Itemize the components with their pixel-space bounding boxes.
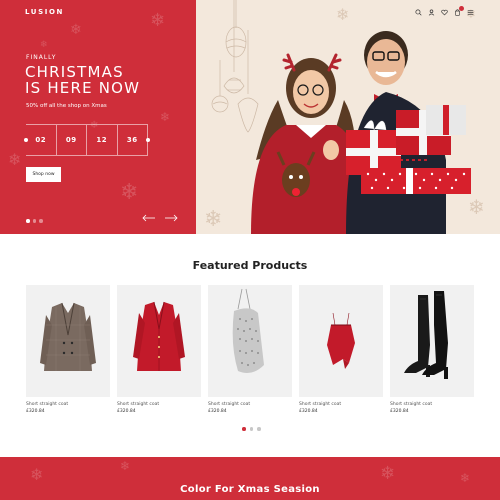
hero-slide-dots <box>26 219 43 223</box>
hero-banner: ❄ ❄ ❄ ❄ ❄ ❄ ❄ LUSION FINALLY CHRISTMAS I… <box>0 0 500 234</box>
pager-dot[interactable] <box>249 427 253 431</box>
hero-promo-panel: ❄ ❄ ❄ ❄ ❄ ❄ ❄ LUSION FINALLY CHRISTMAS I… <box>0 0 196 234</box>
hero-headline: CHRISTMAS IS HERE NOW <box>25 64 195 96</box>
snowflake-icon: ❄ <box>460 471 471 485</box>
product-price: £320.84 <box>117 408 136 414</box>
snowflake-icon: ❄ <box>70 22 82 38</box>
heart-icon[interactable] <box>441 9 448 16</box>
cart-button[interactable] <box>454 6 464 16</box>
product-price: £320.84 <box>390 408 409 414</box>
product-card[interactable]: Short straight coat £320.84 <box>390 285 474 414</box>
countdown-seconds: 36 <box>118 125 148 155</box>
slide-dot[interactable] <box>26 219 30 223</box>
product-card[interactable]: Short straight coat £320.84 <box>26 285 110 414</box>
snowflake-icon: ❄ <box>160 110 171 124</box>
countdown-dot <box>146 138 150 142</box>
product-name[interactable]: Short straight coat <box>390 402 474 407</box>
countdown-dot <box>24 138 28 142</box>
snowflake-icon: ❄ <box>380 463 396 484</box>
snowflake-icon: ❄ <box>150 10 166 31</box>
product-image[interactable] <box>117 285 201 397</box>
slide-dot[interactable] <box>39 219 43 223</box>
product-card[interactable]: Short straight coat £320.84 <box>208 285 292 414</box>
black-knee-boots-image <box>404 291 448 379</box>
search-icon[interactable] <box>415 9 422 16</box>
brand-logo[interactable]: LUSION <box>25 8 64 16</box>
hero-photo: ❄ ❄ ❄ ❄ ❄ <box>204 0 485 234</box>
product-name[interactable]: Short straight coat <box>26 402 110 407</box>
countdown-days: 02 <box>26 125 57 155</box>
product-name[interactable]: Short straight coat <box>299 402 383 407</box>
arrow-left-icon[interactable] <box>142 214 156 222</box>
svg-text:❄: ❄ <box>336 5 349 24</box>
arrow-right-icon[interactable] <box>164 214 178 222</box>
xmas-color-banner: ❄ ❄ ❄ ❄ Color For Xmas Seasion <box>0 457 500 500</box>
hero-image-panel: ❄ ❄ ❄ ❄ ❄ <box>196 0 500 234</box>
countdown-minutes: 12 <box>87 125 118 155</box>
pager-dot[interactable] <box>257 427 261 431</box>
snowflake-icon: ❄ <box>40 40 48 50</box>
shop-now-button[interactable]: Shop now <box>26 167 61 182</box>
pager-dot[interactable] <box>242 427 246 431</box>
hero-headline-line2: IS HERE NOW <box>25 79 141 97</box>
hero-arrows <box>142 214 178 222</box>
product-image[interactable] <box>208 285 292 397</box>
svg-text:❄: ❄ <box>468 195 485 219</box>
product-price: £320.84 <box>208 408 227 414</box>
hero-subline: 50% off all the shop on Xmas <box>26 103 107 109</box>
red-blazer-dress-image <box>133 301 185 371</box>
product-name[interactable]: Short straight coat <box>208 402 292 407</box>
product-price: £320.84 <box>299 408 318 414</box>
red-velvet-camisole-image <box>327 312 355 369</box>
header-icons <box>415 6 474 16</box>
snowflake-icon: ❄ <box>30 465 44 484</box>
cart-count-badge <box>459 6 464 11</box>
product-card[interactable]: Short straight coat £320.84 <box>299 285 383 414</box>
product-card[interactable]: Short straight coat £320.84 <box>117 285 201 414</box>
bottom-banner-title: Color For Xmas Seasion <box>180 484 320 495</box>
hero-eyebrow: FINALLY <box>26 54 57 61</box>
plaid-blazer-image <box>40 302 96 371</box>
product-image[interactable] <box>26 285 110 397</box>
products-pager <box>242 427 261 431</box>
product-image[interactable] <box>299 285 383 397</box>
countdown-timer: 02 09 12 36 <box>24 124 150 156</box>
product-price: £320.84 <box>26 408 45 414</box>
product-image[interactable] <box>390 285 474 397</box>
menu-icon[interactable] <box>467 9 474 16</box>
featured-products-title: Featured Products <box>192 259 308 272</box>
snowflake-icon: ❄ <box>8 150 22 169</box>
snowflake-icon: ❄ <box>120 459 131 473</box>
user-icon[interactable] <box>428 9 435 16</box>
snowflake-icon: ❄ <box>120 180 139 205</box>
countdown-hours: 09 <box>57 125 87 155</box>
svg-text:❄: ❄ <box>204 207 222 232</box>
product-name[interactable]: Short straight coat <box>117 402 201 407</box>
slide-dot[interactable] <box>32 219 36 223</box>
silver-mesh-bag-image <box>232 288 264 373</box>
